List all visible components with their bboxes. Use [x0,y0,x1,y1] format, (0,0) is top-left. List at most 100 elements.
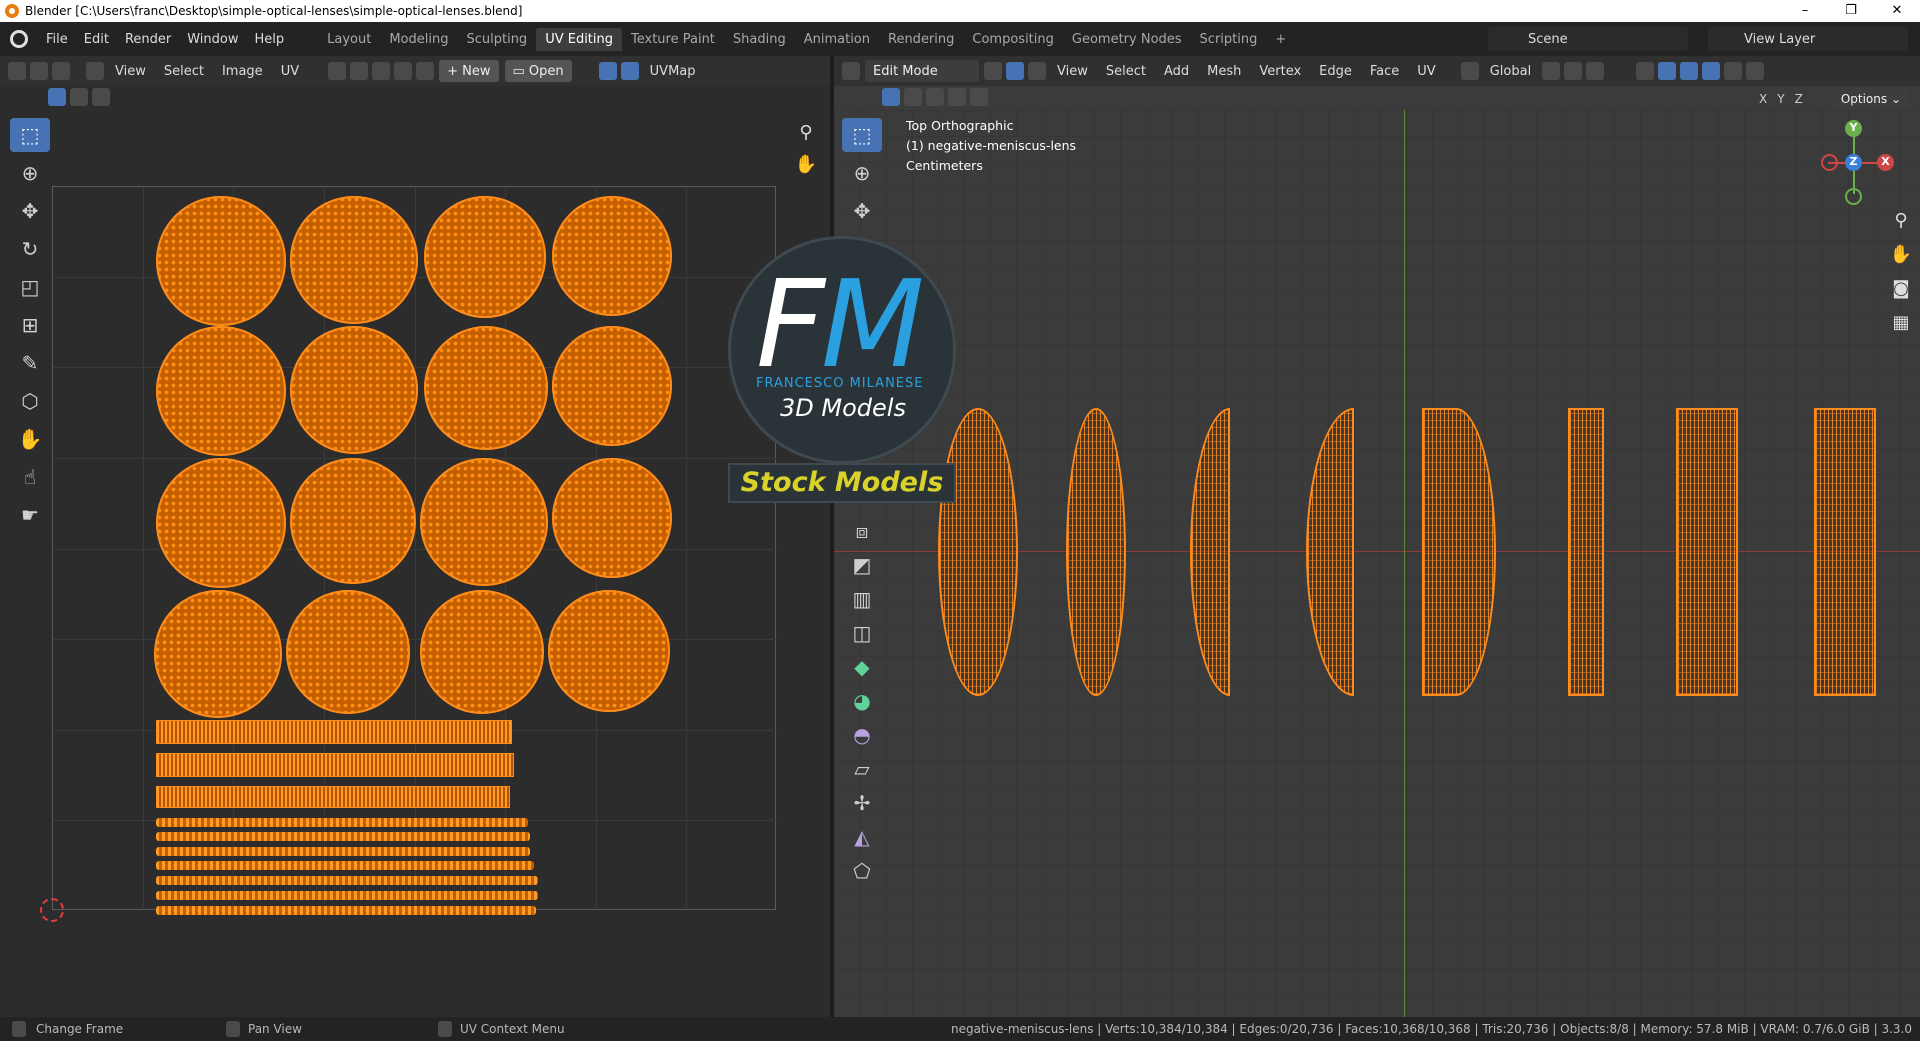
pinch-tool-icon[interactable]: ☛ [10,498,50,532]
uv-island[interactable] [424,196,546,318]
poly-build-tool-icon[interactable]: ◆ [842,652,882,682]
uv-select-mode-edge-icon[interactable] [30,62,48,80]
options-button[interactable]: Options ⌄ [1832,88,1909,110]
select-intersect-icon[interactable] [970,88,988,106]
ortho-toggle-icon[interactable]: ▦ [1888,310,1914,336]
view-layer-selector[interactable]: View Layer [1708,27,1908,51]
gizmo-neg-x-axis[interactable] [1821,154,1838,171]
overlay-toggle-icon[interactable] [620,62,639,80]
uv-island[interactable] [548,590,670,712]
menu-help[interactable]: Help [247,32,293,47]
uv-island[interactable] [286,590,410,714]
move-tool-icon[interactable]: ✥ [842,194,882,228]
orientation-selector[interactable]: Global [1481,64,1540,79]
tab-modeling[interactable]: Modeling [380,28,457,51]
sync-selection-icon[interactable] [350,62,369,80]
snap-icon[interactable] [1564,62,1583,80]
uv-island[interactable] [552,326,672,446]
add-workspace-button[interactable]: + [1266,28,1295,51]
menu-render[interactable]: Render [117,32,179,47]
select-extend-icon[interactable] [904,88,922,106]
image-browse-icon[interactable] [416,62,435,80]
orientation-icon[interactable] [1460,62,1479,80]
select-edge-icon[interactable] [1006,62,1024,80]
shear-tool-icon[interactable]: ◭ [842,822,882,852]
menu-window[interactable]: Window [179,32,246,47]
uv-strip[interactable] [156,906,536,915]
viewport-menu-uv[interactable]: UV [1408,64,1444,79]
cursor-tool-icon[interactable]: ⊕ [10,156,50,190]
gizmo-toggle-icon[interactable] [1658,62,1677,80]
visibility-icon[interactable] [1636,62,1655,80]
auto-merge-icon[interactable] [1810,90,1828,108]
tab-uv-editing[interactable]: UV Editing [536,27,623,51]
select-subtract-icon[interactable] [926,88,944,106]
shading-wireframe-icon[interactable] [1724,62,1743,80]
uv-island[interactable] [552,196,672,316]
uv-island[interactable] [552,458,672,578]
relax-tool-icon[interactable]: ☝ [10,460,50,494]
uvmap-selector[interactable]: UVMap [641,64,705,79]
uv-strip[interactable] [156,847,530,856]
tab-rendering[interactable]: Rendering [879,28,963,51]
zoom-icon[interactable]: ⚲ [1888,208,1914,234]
select-invert-icon[interactable] [948,88,966,106]
overlay-toggle-icon[interactable] [1680,62,1699,80]
knife-tool-icon[interactable]: ◫ [842,618,882,648]
edge-slide-tool-icon[interactable]: ▱ [842,754,882,784]
annotate-tool-icon[interactable]: ✎ [10,346,50,380]
uv-menu-select[interactable]: Select [155,64,213,79]
lens-mesh[interactable] [938,408,1018,696]
uv-select-mode-face-icon[interactable] [52,62,70,80]
pan-icon[interactable]: ✋ [793,152,819,178]
shading-solid-icon[interactable] [1746,62,1765,80]
select-new-icon[interactable] [882,88,900,106]
blender-menu-icon[interactable] [10,30,28,48]
uv-island[interactable] [290,196,418,324]
pin-icon[interactable] [577,62,595,80]
lens-mesh[interactable] [1066,408,1126,696]
mirror-z-toggle[interactable]: Z [1790,92,1808,106]
tab-geometry-nodes[interactable]: Geometry Nodes [1063,28,1191,51]
close-icon[interactable]: ✕ [1874,0,1920,22]
uv-strip[interactable] [156,861,534,870]
uv-island[interactable] [154,590,282,718]
transform-tool-icon[interactable]: ⊞ [10,308,50,342]
viewport-menu-face[interactable]: Face [1361,64,1408,79]
editor-type-icon[interactable] [86,62,104,80]
gizmo-z-axis[interactable]: Z [1845,154,1862,171]
editor-type-icon[interactable] [842,62,860,80]
pivot-icon[interactable] [1542,62,1561,80]
uv-menu-image[interactable]: Image [213,64,272,79]
viewport-menu-select[interactable]: Select [1097,64,1155,79]
uv-island[interactable] [156,196,286,326]
mirror-y-toggle[interactable]: Y [1772,92,1789,106]
uv-menu-uv[interactable]: UV [272,64,308,79]
select-subtract-icon[interactable] [92,88,110,106]
tab-compositing[interactable]: Compositing [963,28,1063,51]
menu-edit[interactable]: Edit [76,32,117,47]
rip-region-tool-icon[interactable]: ⬠ [842,856,882,886]
pivot-icon[interactable] [328,62,347,80]
shrink-fatten-tool-icon[interactable]: ✢ [842,788,882,818]
tab-layout[interactable]: Layout [318,28,380,51]
proportional-edit-icon[interactable] [1586,62,1605,80]
select-box-tool-icon[interactable]: ⬚ [10,118,50,152]
spin-tool-icon[interactable]: ◕ [842,686,882,716]
smooth-tool-icon[interactable]: ◓ [842,720,882,750]
uv-island[interactable] [156,326,286,456]
loop-cut-tool-icon[interactable]: ▥ [842,584,882,614]
xray-toggle-icon[interactable] [1702,62,1721,80]
gizmo-toggle-icon[interactable] [598,62,617,80]
viewport-menu-vertex[interactable]: Vertex [1250,64,1310,79]
move-tool-icon[interactable]: ✥ [10,194,50,228]
uv-island[interactable] [420,590,544,714]
snap-icon[interactable] [372,62,391,80]
uv-menu-view[interactable]: View [106,64,155,79]
scene-selector[interactable]: Scene [1488,27,1688,51]
uv-strip[interactable] [156,832,530,841]
mode-selector[interactable]: Edit Mode [865,60,979,82]
uv-strip[interactable] [156,876,538,885]
new-image-button[interactable]: + New [439,60,499,82]
select-extend-icon[interactable] [70,88,88,106]
